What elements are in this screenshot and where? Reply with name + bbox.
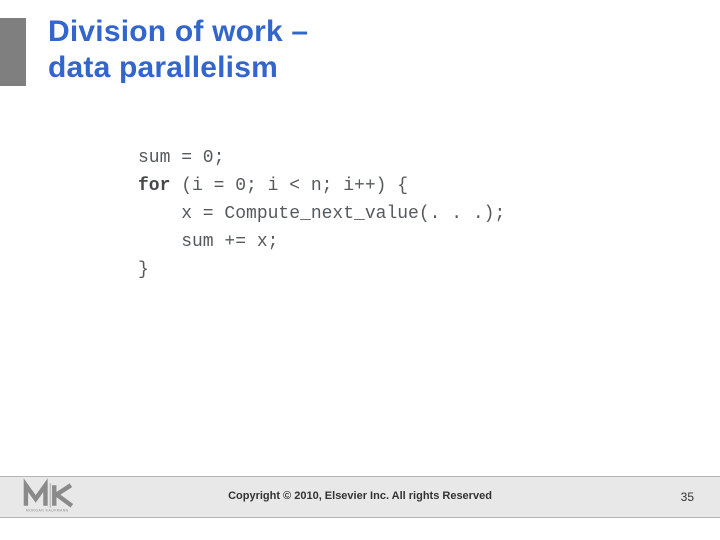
- divider-bottom: [0, 517, 720, 518]
- svg-text:MORGAN KAUFMANN: MORGAN KAUFMANN: [26, 509, 69, 513]
- code-block: sum = 0; for (i = 0; i < n; i++) { x = C…: [138, 145, 505, 284]
- code-line-3: x = Compute_next_value(. . .);: [138, 204, 505, 224]
- code-line-2b: (i = 0; i < n; i++) {: [170, 176, 408, 196]
- code-line-5: }: [138, 260, 149, 280]
- slide-title: Division of work – data parallelism: [48, 14, 308, 86]
- slide: Division of work – data parallelism sum …: [0, 0, 720, 540]
- title-line-2: data parallelism: [48, 50, 308, 86]
- title-line-1: Division of work –: [48, 14, 308, 50]
- code-line-1: sum = 0;: [138, 148, 224, 168]
- page-number: 35: [681, 490, 694, 504]
- copyright-text: Copyright © 2010, Elsevier Inc. All righ…: [0, 490, 720, 502]
- code-line-4: sum += x;: [138, 232, 278, 252]
- keyword-for: for: [138, 176, 170, 196]
- accent-bar: [0, 18, 26, 86]
